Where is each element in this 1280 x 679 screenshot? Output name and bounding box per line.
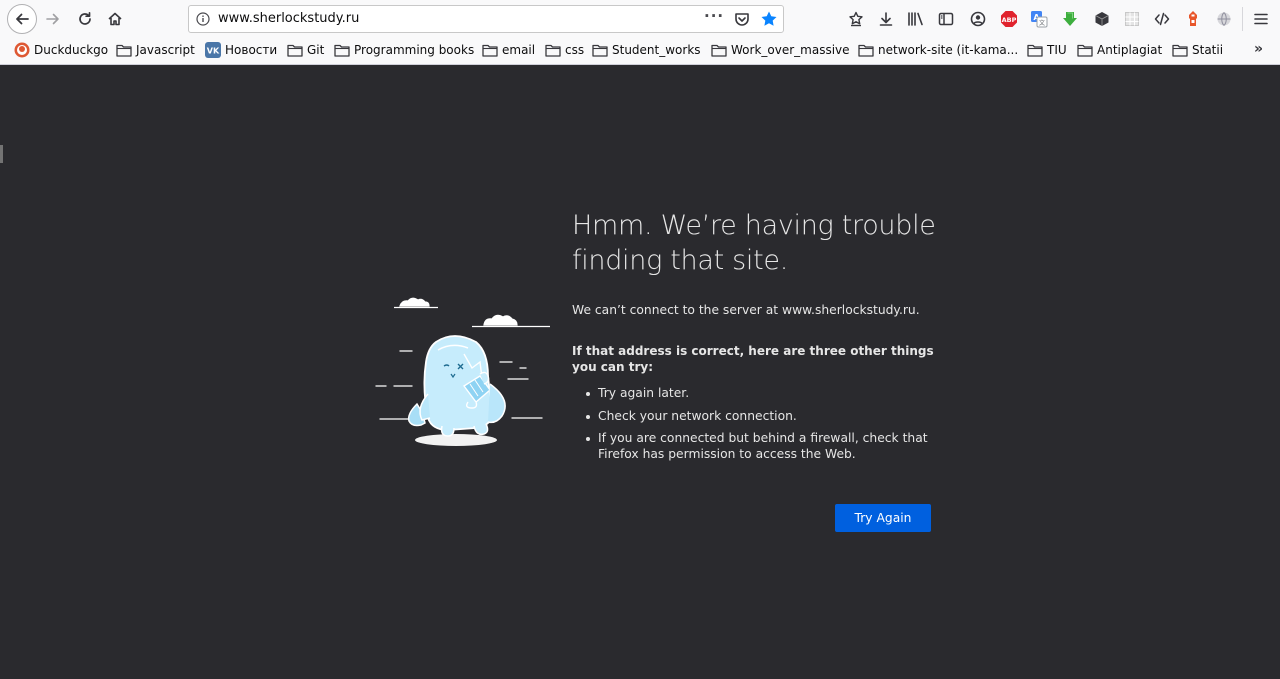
back-arrow-icon xyxy=(16,13,29,25)
list-item: If you are connected but behind a firewa… xyxy=(572,431,942,462)
bookmarks-toolbar: Duckduckgo Javascript VK Новости Git Pro… xyxy=(0,37,1280,64)
bookmark-network-site[interactable]: network-site (it-kama... xyxy=(858,41,1018,59)
address-bar[interactable]: www.sherlockstudy.ru ··· xyxy=(188,5,784,33)
svg-text:文: 文 xyxy=(1039,19,1045,27)
home-icon xyxy=(108,12,122,26)
bookmark-email[interactable]: email xyxy=(482,41,535,59)
reader-icon[interactable] xyxy=(846,9,866,29)
forward-arrow-icon xyxy=(46,13,59,25)
adblock-icon[interactable]: ABP xyxy=(999,9,1019,29)
bookmark-work-over-massive[interactable]: Work_over_massive xyxy=(711,41,850,59)
page-actions-icon[interactable]: ··· xyxy=(704,7,724,25)
list-item: Check your network connection. xyxy=(572,409,942,425)
bookmark-label: Javascript xyxy=(136,43,195,57)
folder-icon xyxy=(287,42,303,58)
globe-icon[interactable] xyxy=(1214,9,1234,29)
site-info-button[interactable] xyxy=(194,10,212,28)
reload-button[interactable] xyxy=(71,5,99,33)
creature-icon xyxy=(407,335,506,437)
dev-tools-icon[interactable] xyxy=(1152,9,1172,29)
vk-icon: VK xyxy=(205,42,221,58)
browser-chrome: www.sherlockstudy.ru ··· ABP A文 Duckduck… xyxy=(0,0,1280,65)
sidebar-edge xyxy=(0,145,3,163)
account-icon[interactable] xyxy=(968,9,988,29)
folder-icon xyxy=(858,42,874,58)
bookmark-label: Новости xyxy=(225,43,278,57)
bookmark-duckduckgo[interactable]: Duckduckgo xyxy=(14,41,108,59)
bookmark-javascript[interactable]: Javascript xyxy=(116,41,195,59)
download-icon[interactable] xyxy=(876,9,896,29)
svg-text:VK: VK xyxy=(207,47,220,56)
bookmark-label: Work_over_massive xyxy=(731,43,850,57)
duckduckgo-icon xyxy=(14,42,30,58)
bookmark-novosti[interactable]: VK Новости xyxy=(205,41,277,59)
home-button[interactable] xyxy=(101,5,129,33)
bookmark-programming-books[interactable]: Programming books xyxy=(334,41,474,59)
shadow xyxy=(415,434,497,446)
extension-tower-icon[interactable] xyxy=(1183,9,1203,29)
cloud-icon xyxy=(394,297,550,328)
folder-icon xyxy=(592,42,608,58)
extension-grid-icon[interactable] xyxy=(1122,9,1142,29)
folder-icon xyxy=(482,42,498,58)
svg-text:ABP: ABP xyxy=(1002,16,1017,24)
url-text[interactable]: www.sherlockstudy.ru xyxy=(218,11,359,26)
back-button[interactable] xyxy=(7,4,37,34)
folder-icon xyxy=(334,42,350,58)
folder-icon xyxy=(711,42,727,58)
folder-icon xyxy=(1077,42,1093,58)
sidebar-icon[interactable] xyxy=(936,9,956,29)
bookmark-git[interactable]: Git xyxy=(287,41,324,59)
reload-icon xyxy=(79,11,91,25)
bookmark-statii[interactable]: Statii xyxy=(1172,41,1223,59)
download-helper-icon[interactable] xyxy=(1060,9,1080,29)
bookmark-label: Antiplagiat xyxy=(1097,43,1163,57)
try-again-button[interactable]: Try Again xyxy=(835,504,931,532)
pocket-icon[interactable] xyxy=(734,11,750,27)
extension-box-icon[interactable] xyxy=(1092,9,1112,29)
bookmark-tiu[interactable]: TIU xyxy=(1027,41,1067,59)
bookmark-antiplagiat[interactable]: Antiplagiat xyxy=(1077,41,1162,59)
error-description: We can’t connect to the server at www.sh… xyxy=(572,303,920,317)
folder-icon xyxy=(1172,42,1188,58)
forward-button[interactable] xyxy=(39,5,67,33)
bookmark-label: Git xyxy=(307,43,325,57)
toolbar-separator xyxy=(1242,7,1243,31)
bookmark-css[interactable]: css xyxy=(545,41,584,59)
bookmark-label: Student_works xyxy=(612,43,701,57)
bookmark-label: email xyxy=(502,43,536,57)
error-title: Hmm. We’re having trouble finding that s… xyxy=(572,210,936,276)
bookmark-label: TIU xyxy=(1047,43,1067,57)
translate-icon[interactable]: A文 xyxy=(1029,9,1049,29)
bookmark-label: network-site (it-kama... xyxy=(878,43,1019,57)
library-icon[interactable] xyxy=(906,9,926,29)
bookmark-star-icon[interactable] xyxy=(760,10,778,28)
bookmark-label: Duckduckgo xyxy=(34,43,109,57)
folder-icon xyxy=(545,42,561,58)
bookmark-label: Statii xyxy=(1192,43,1224,57)
bookmark-label: Programming books xyxy=(354,43,475,57)
list-item: Try again later. xyxy=(572,386,942,402)
folder-icon xyxy=(1027,42,1043,58)
error-suggestions-heading: If that address is correct, here are thr… xyxy=(572,344,934,374)
error-illustration xyxy=(375,297,550,446)
navigation-toolbar: www.sherlockstudy.ru ··· ABP A文 xyxy=(0,0,1280,37)
error-suggestions-list: Try again later. Check your network conn… xyxy=(572,386,942,469)
folder-icon xyxy=(116,42,132,58)
bookmarks-overflow-button[interactable]: » xyxy=(1254,41,1263,57)
menu-icon[interactable] xyxy=(1251,9,1271,29)
bookmark-student-works[interactable]: Student_works xyxy=(592,41,701,59)
bookmark-label: css xyxy=(565,43,585,57)
site-info-icon xyxy=(196,12,210,26)
